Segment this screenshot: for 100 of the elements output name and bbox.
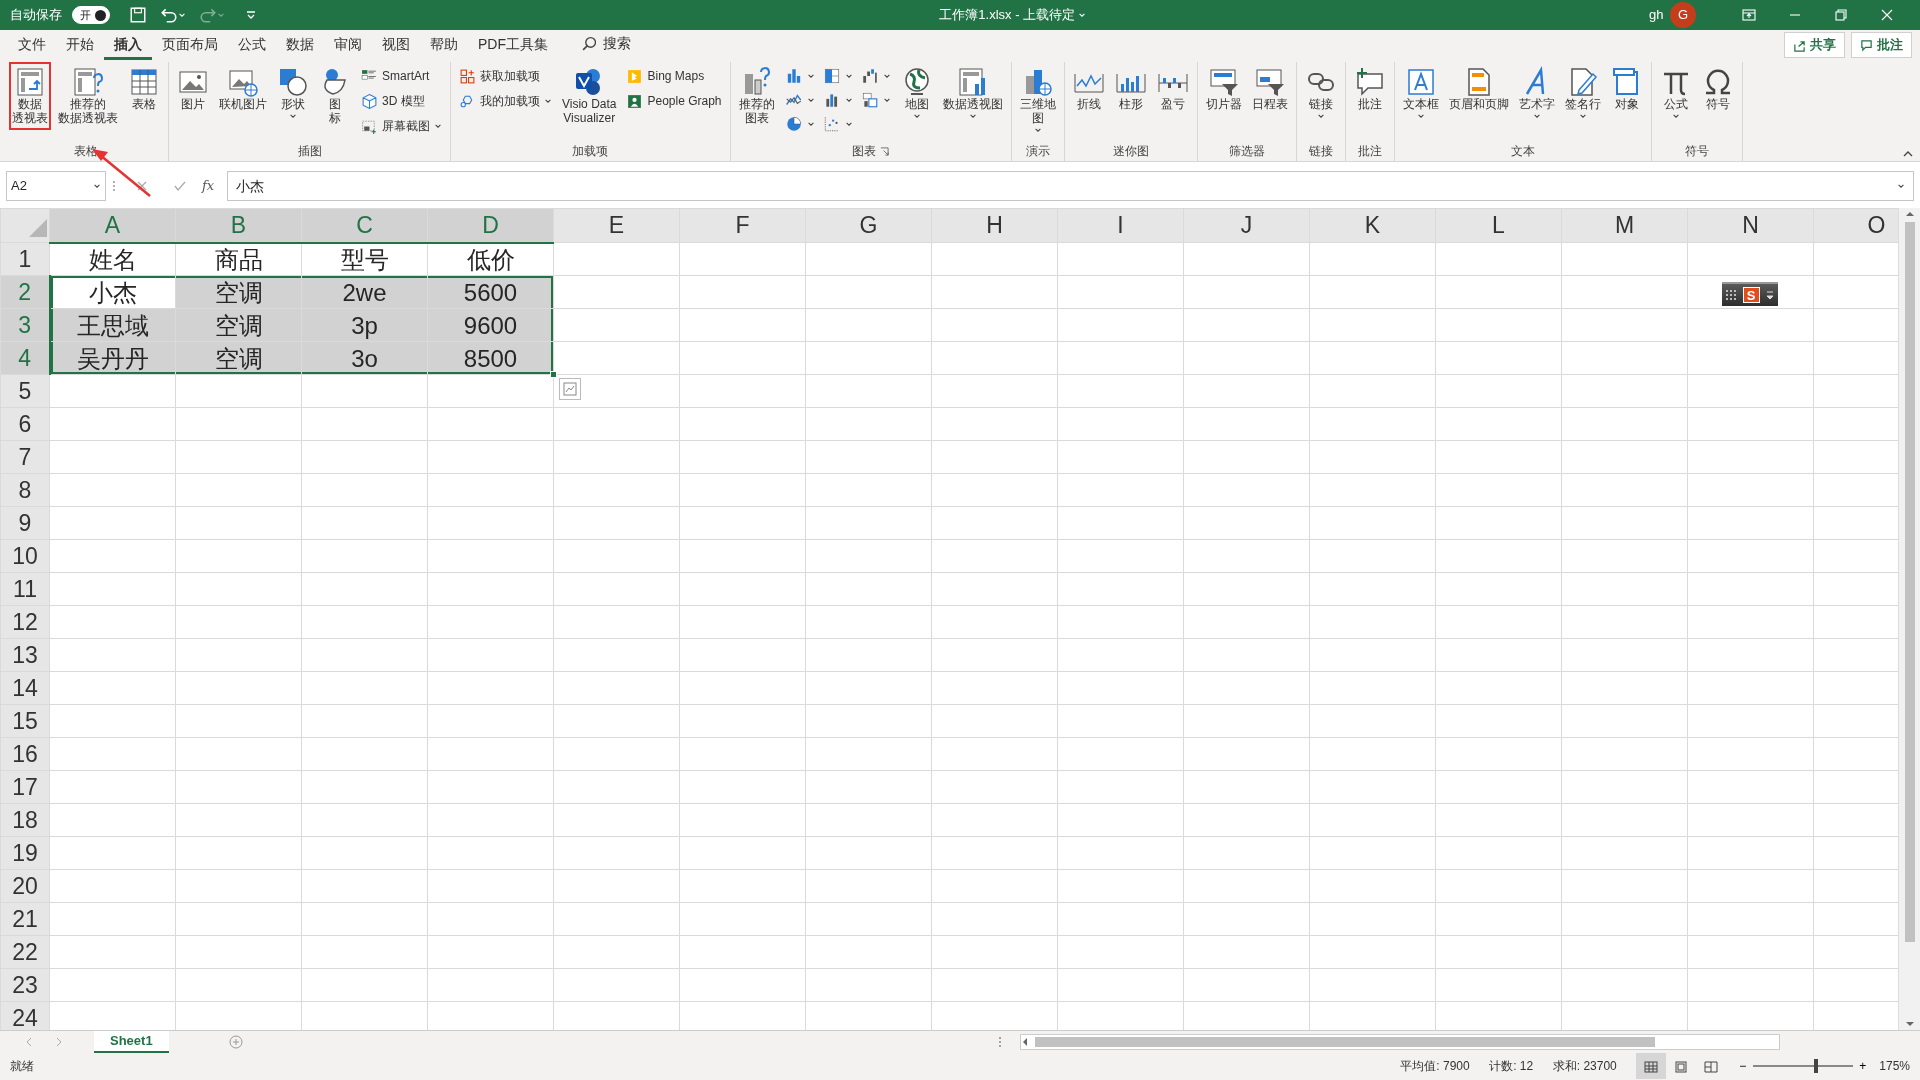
ribbon-button[interactable]: 数据透视图 (939, 62, 1006, 124)
column-header[interactable]: G (805, 208, 932, 243)
row-header[interactable]: 16 (0, 737, 50, 771)
column-header[interactable]: F (679, 208, 806, 243)
ribbon-button[interactable]: 获取加载项 (456, 64, 555, 88)
row-header[interactable]: 22 (0, 935, 50, 969)
row-header[interactable]: 11 (0, 572, 50, 606)
row-header[interactable]: 9 (0, 506, 50, 540)
row-header[interactable]: 15 (0, 704, 50, 738)
scrollbar-thumb[interactable] (1035, 1036, 1655, 1047)
enter-icon[interactable] (174, 180, 186, 192)
row-header[interactable]: 20 (0, 869, 50, 903)
row-header[interactable]: 19 (0, 836, 50, 870)
view-button[interactable] (1636, 1053, 1667, 1079)
ribbon-button[interactable]: 艺术字 (1515, 62, 1558, 124)
ime-toolbar[interactable]: S (1722, 282, 1778, 306)
comments-button[interactable]: 批注 (1851, 32, 1912, 58)
insert-function-button[interactable]: fx (202, 176, 215, 196)
next-sheet-icon[interactable] (54, 1036, 64, 1047)
row-header[interactable]: 24 (0, 1001, 50, 1030)
title-dropdown[interactable]: 工作簿1.xlsx - 上载待定 (939, 5, 1087, 25)
ribbon-button[interactable]: 盈亏 (1153, 62, 1192, 116)
ribbon-button[interactable]: 日程表 (1248, 62, 1291, 116)
row-header[interactable]: 17 (0, 770, 50, 804)
ribbon-button[interactable]: 签名行 (1561, 62, 1604, 124)
row-header[interactable]: 14 (0, 671, 50, 705)
row-header[interactable]: 21 (0, 902, 50, 936)
autosave-toggle[interactable]: 开 (71, 6, 110, 24)
formula-field[interactable]: 小杰 (226, 171, 1914, 201)
column-header[interactable]: D (427, 208, 554, 243)
user-avatar[interactable]: G (1670, 2, 1696, 28)
ribbon-button[interactable]: 3D 模型 (358, 89, 445, 113)
ribbon-button[interactable]: 符号 (1698, 62, 1737, 116)
ribbon-button[interactable]: 屏幕截图 (358, 114, 445, 138)
dialog-launcher[interactable] (880, 146, 890, 156)
zoom-out-button[interactable]: − (1739, 1057, 1747, 1075)
menu-tab[interactable]: 公式 (228, 30, 276, 60)
row-header[interactable]: 23 (0, 968, 50, 1002)
menu-tab[interactable]: PDF工具集 (468, 30, 558, 60)
ribbon-button[interactable]: 图 标 (316, 62, 354, 130)
undo-button[interactable] (160, 6, 187, 24)
name-box[interactable]: A2 (6, 171, 106, 201)
column-header[interactable]: L (1435, 208, 1562, 243)
ribbon-button[interactable]: 数据 透视表 (9, 62, 51, 130)
menu-tab[interactable]: 帮助 (420, 30, 468, 60)
row-header[interactable]: 7 (0, 440, 50, 474)
column-header[interactable]: I (1057, 208, 1184, 243)
menu-tab[interactable]: 页面布局 (152, 30, 228, 60)
ribbon-button[interactable]: 柱形 (1111, 62, 1150, 116)
row-header[interactable]: 10 (0, 539, 50, 573)
column-header[interactable]: C (301, 208, 428, 243)
scroll-down-icon[interactable] (1904, 1020, 1915, 1028)
menu-tab[interactable]: 视图 (372, 30, 420, 60)
row-header[interactable]: 12 (0, 605, 50, 639)
scroll-left-icon[interactable] (1021, 1036, 1029, 1047)
cancel-icon[interactable] (136, 180, 148, 192)
menu-tab[interactable]: 文件 (8, 30, 56, 60)
menu-icon[interactable] (1766, 290, 1774, 300)
column-header[interactable]: H (931, 208, 1058, 243)
fill-handle[interactable] (550, 371, 557, 378)
customize-button[interactable] (244, 9, 257, 21)
ribbon-button[interactable]: 切片器 (1202, 62, 1245, 116)
share-button[interactable]: 共享 (1783, 32, 1845, 58)
row-header[interactable]: 18 (0, 803, 50, 837)
menu-tab[interactable]: 审阅 (324, 30, 372, 60)
row-header[interactable]: 13 (0, 638, 50, 672)
column-header[interactable]: A (49, 208, 176, 243)
ribbon-button[interactable]: 公式 (1656, 62, 1695, 124)
ribbon-button[interactable]: 对象 (1607, 62, 1646, 116)
scrollbar-thumb[interactable] (1904, 222, 1915, 942)
ribbon-button[interactable]: 推荐的 图表 (735, 62, 778, 130)
zoom-in-button[interactable]: + (1859, 1057, 1867, 1075)
previous-sheet-icon[interactable] (24, 1036, 34, 1047)
ribbon-button[interactable]: 地图 (897, 62, 936, 124)
ribbon-button[interactable]: 链接 (1301, 62, 1340, 124)
column-header[interactable]: J (1183, 208, 1310, 243)
column-header[interactable]: B (175, 208, 302, 243)
ribbon-button[interactable]: 形状 (274, 62, 312, 124)
ribbon-button[interactable]: Visio Data Visualizer (559, 62, 620, 130)
ribbon-button[interactable]: 三维地 图 (1016, 62, 1059, 138)
ribbon-button[interactable]: 联机图片 (216, 62, 270, 116)
row-header[interactable]: 5 (0, 374, 50, 408)
ribbon-button[interactable]: People Graph (623, 89, 725, 113)
ribbon-button[interactable]: 页眉和页脚 (1445, 62, 1512, 116)
ribbon-button[interactable]: 表格 (125, 62, 163, 116)
sheet-tab[interactable]: Sheet1 (94, 1030, 169, 1053)
ribbon-button[interactable]: 折线 (1069, 62, 1108, 116)
ribbon-button[interactable]: 批注 (1350, 62, 1389, 116)
row-header[interactable]: 1 (0, 242, 50, 276)
ribbon-button[interactable]: 推荐的 数据透视表 (55, 62, 121, 130)
row-header[interactable]: 2 (0, 275, 50, 309)
column-header[interactable]: N (1687, 208, 1814, 243)
row-header[interactable]: 4 (0, 341, 50, 375)
ribbon-button[interactable]: 文本框 (1399, 62, 1442, 124)
ribbon-button[interactable]: SmartArt (358, 64, 445, 88)
search-button[interactable]: 搜索 (571, 30, 641, 60)
row-header[interactable]: 6 (0, 407, 50, 441)
menu-tab[interactable]: 数据 (276, 30, 324, 60)
column-header[interactable]: K (1309, 208, 1436, 243)
ribbon-button[interactable]: Bing Maps (623, 64, 725, 88)
